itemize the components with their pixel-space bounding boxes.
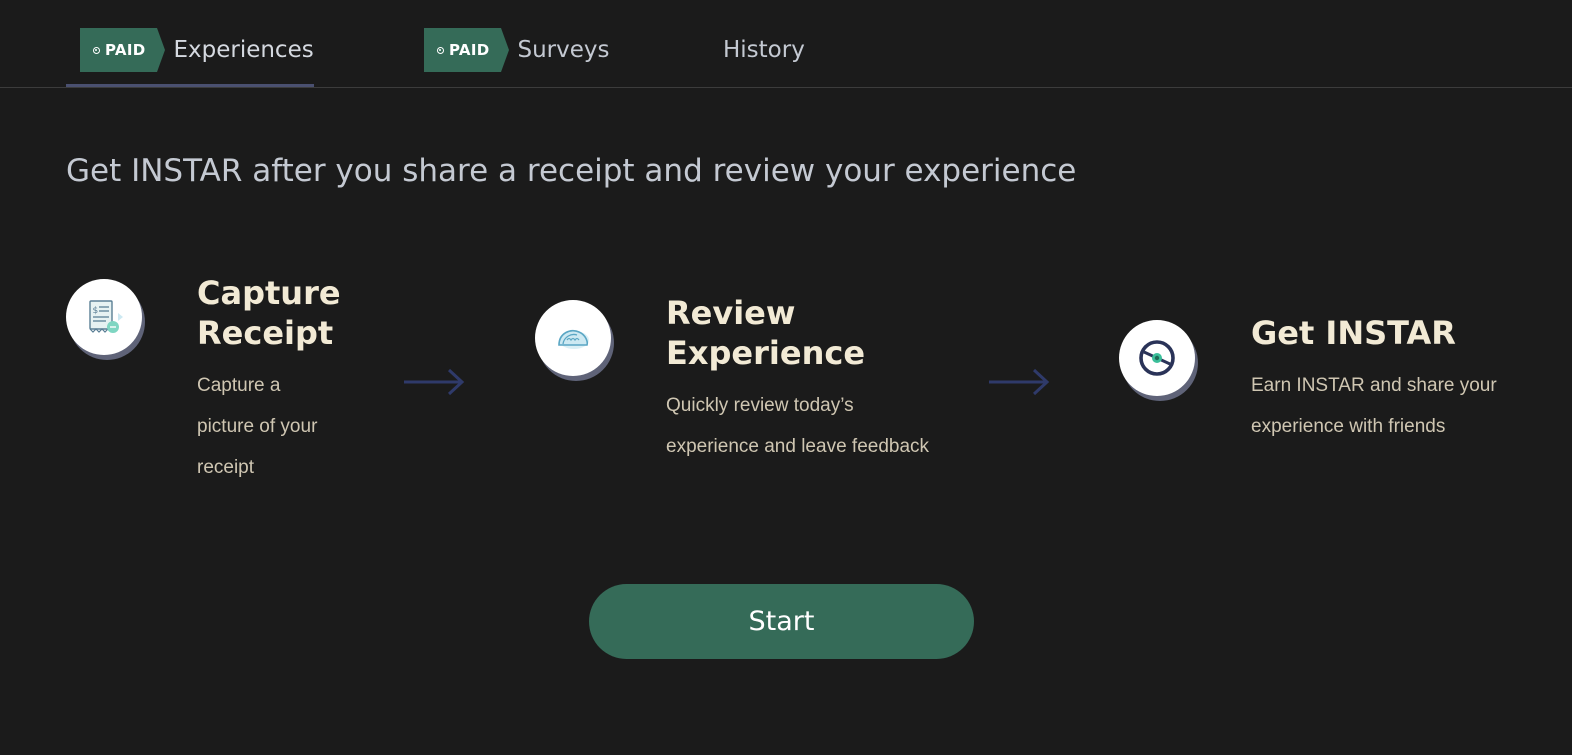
tab-surveys[interactable]: PAID Surveys (424, 28, 609, 72)
step-title-line: Receipt (197, 314, 334, 352)
step-title-line: Experience (666, 334, 866, 372)
receipt-icon: $ (66, 279, 142, 355)
step-title-line: Review (666, 294, 796, 332)
step-title: Get INSTAR (1251, 313, 1456, 353)
step-title: Capture Receipt (197, 273, 341, 353)
taco-icon (535, 300, 611, 376)
paid-badge: PAID (80, 28, 166, 72)
start-button[interactable]: Start (589, 584, 974, 659)
step-description: Earn INSTAR and share your experience wi… (1251, 365, 1497, 447)
tab-label: Surveys (517, 37, 610, 63)
arrow-right-icon (404, 368, 465, 396)
tab-label: History (723, 37, 805, 63)
tab-bar: PAID Experiences PAID Surveys History (0, 0, 1572, 88)
arrow-right-icon (989, 368, 1050, 396)
step-title-line: Capture (197, 274, 341, 312)
step-title-line: Get INSTAR (1251, 314, 1456, 352)
active-tab-indicator (66, 84, 314, 87)
step-description-line: picture of your (197, 416, 318, 437)
coin-icon (93, 46, 100, 54)
paid-badge-label: PAID (449, 41, 490, 59)
paid-badge-label: PAID (105, 41, 146, 59)
svg-text:$: $ (93, 306, 99, 316)
step-description-line: experience with friends (1251, 416, 1446, 437)
paid-badge: PAID (424, 28, 510, 72)
experiences-page: PAID Experiences PAID Surveys History Ge… (0, 0, 1572, 755)
coin-icon (437, 46, 444, 54)
tab-label: Experiences (173, 37, 314, 63)
step-description-line: Quickly review today’s (666, 395, 854, 416)
instar-coin-icon (1119, 320, 1195, 396)
step-description-line: Earn INSTAR and share your (1251, 375, 1497, 396)
step-description-line: receipt (197, 457, 255, 478)
step-description: Quickly review today’s experience and le… (666, 385, 929, 467)
step-description-line: Capture a (197, 375, 281, 396)
step-title: Review Experience (666, 293, 865, 373)
step-description-line: experience and leave feedback (666, 436, 930, 457)
step-description: Capture a picture of your receipt (197, 365, 317, 488)
tab-history[interactable]: History (723, 28, 805, 72)
page-headline: Get INSTAR after you share a receipt and… (66, 153, 1077, 189)
tab-experiences[interactable]: PAID Experiences (80, 28, 314, 72)
